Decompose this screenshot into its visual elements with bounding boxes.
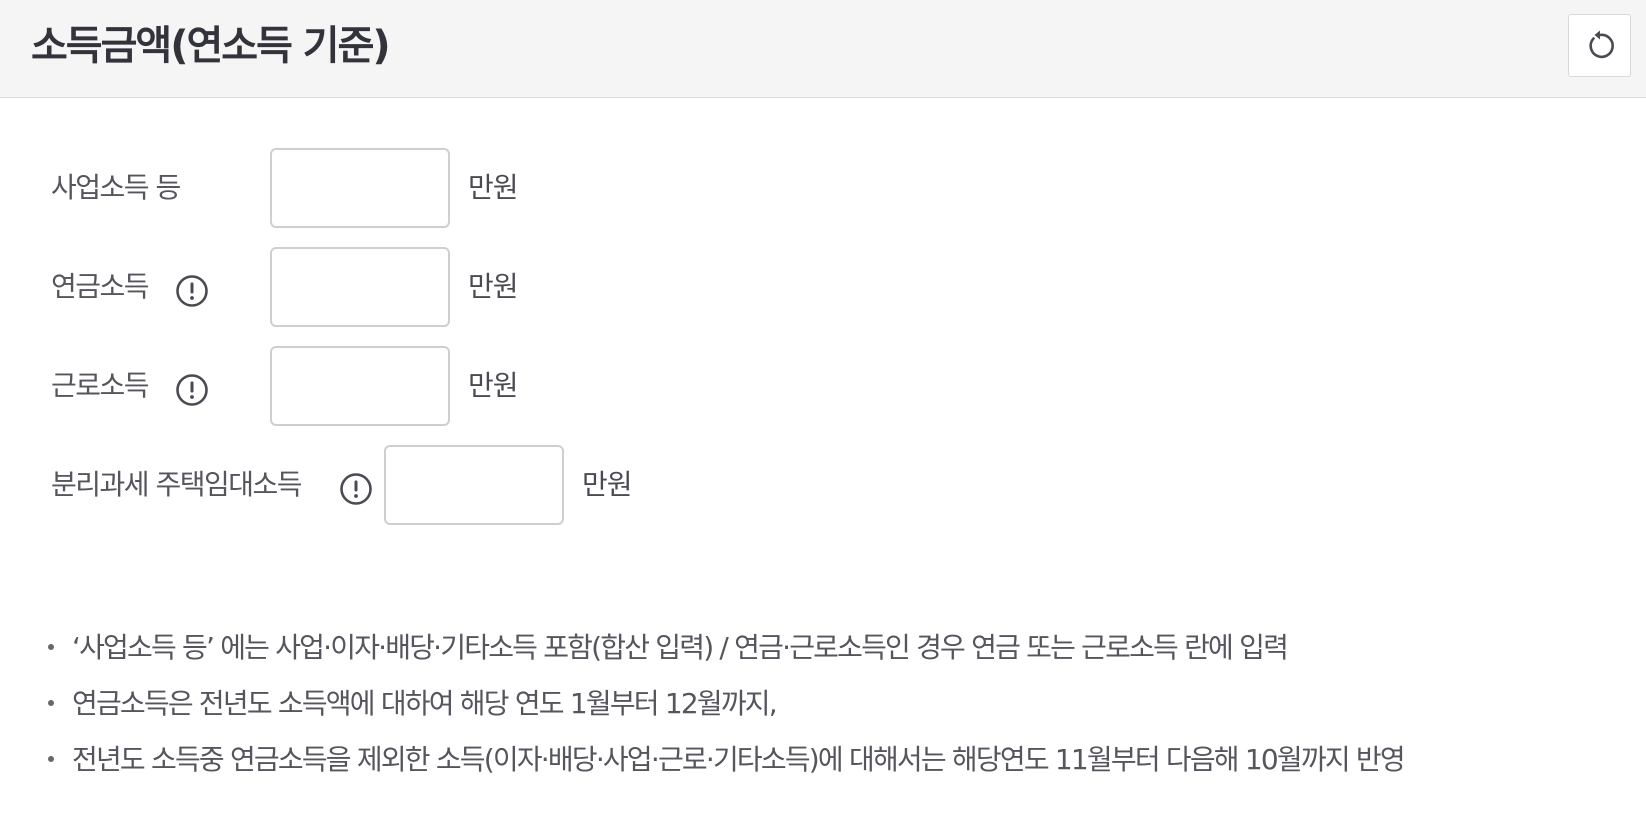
pension-income-input[interactable] (270, 247, 450, 327)
info-icon[interactable] (339, 472, 373, 506)
pension-income-label: 연금소득 (51, 270, 150, 303)
note-text: 전년도 소득중 연금소득을 제외한 소득(이자·배당·사업·근로·기타소득)에 … (72, 743, 1406, 776)
notes-list: ‘사업소득 등’ 에는 사업·이자·배당·기타소득 포함(합산 입력) / 연금… (46, 630, 1606, 798)
rental-income-input[interactable] (384, 445, 564, 525)
note-item: 전년도 소득중 연금소득을 제외한 소득(이자·배당·사업·근로·기타소득)에 … (46, 742, 1606, 798)
note-text: ‘사업소득 등’ 에는 사업·이자·배당·기타소득 포함(합산 입력) / 연금… (72, 631, 1289, 664)
business-income-input[interactable] (270, 148, 450, 228)
business-income-unit: 만원 (468, 171, 519, 204)
reset-icon (1588, 30, 1614, 58)
bullet-icon (48, 644, 54, 650)
earned-income-input[interactable] (270, 346, 450, 426)
note-text: 연금소득은 전년도 소득액에 대하여 해당 연도 1월부터 12월까지, (72, 687, 778, 720)
note-item: 연금소득은 전년도 소득액에 대하여 해당 연도 1월부터 12월까지, (46, 686, 1606, 742)
earned-income-unit: 만원 (468, 369, 519, 402)
earned-income-label: 근로소득 (51, 369, 150, 402)
info-icon[interactable] (175, 274, 209, 308)
rental-income-label: 분리과세 주택임대소득 (51, 468, 303, 501)
rental-income-unit: 만원 (582, 468, 633, 501)
bullet-icon (48, 700, 54, 706)
reset-button[interactable] (1568, 14, 1631, 77)
bullet-icon (48, 756, 54, 762)
header-bar: 소득금액(연소득 기준) (0, 0, 1646, 98)
info-icon[interactable] (175, 373, 209, 407)
note-item: ‘사업소득 등’ 에는 사업·이자·배당·기타소득 포함(합산 입력) / 연금… (46, 630, 1606, 686)
pension-income-unit: 만원 (468, 270, 519, 303)
page-title: 소득금액(연소득 기준) (31, 23, 391, 69)
business-income-label: 사업소득 등 (51, 171, 181, 204)
